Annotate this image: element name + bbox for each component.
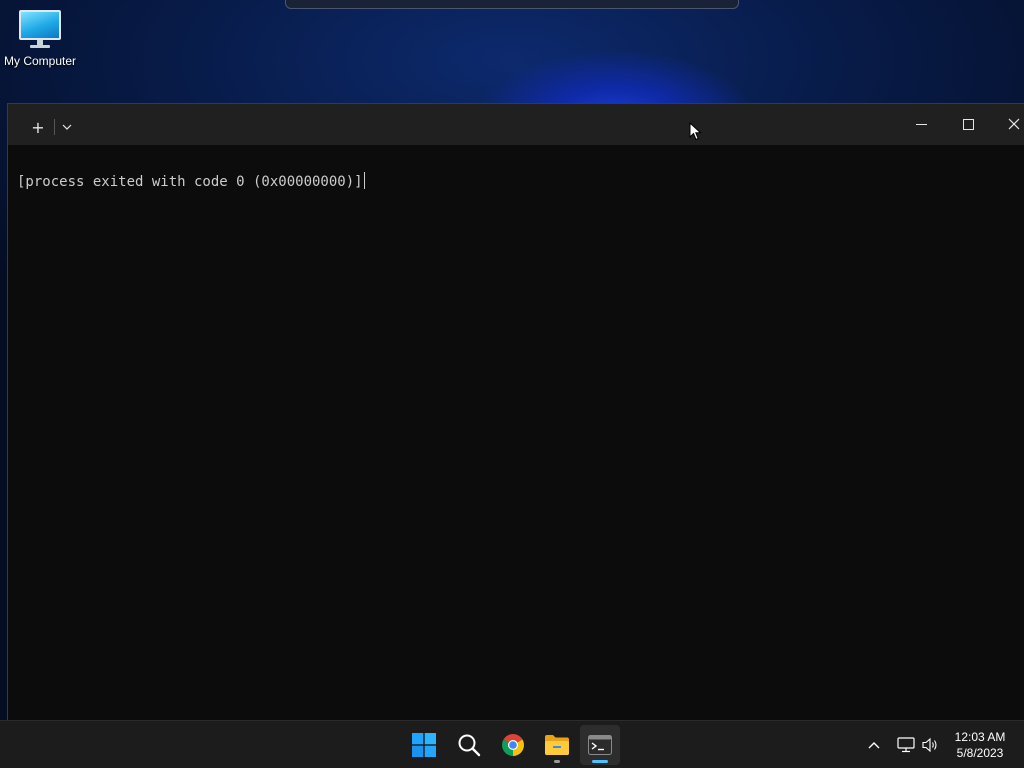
volume-button[interactable] [919, 737, 941, 753]
new-tab-button[interactable]: + [28, 112, 48, 142]
network-button[interactable] [893, 737, 919, 753]
windows-logo-icon [412, 733, 436, 757]
active-indicator [592, 760, 608, 763]
chevron-down-icon [62, 124, 72, 130]
file-explorer-button[interactable] [537, 725, 577, 765]
running-indicator [554, 760, 560, 763]
monitor-icon [19, 8, 61, 48]
desktop-icon-my-computer[interactable]: My Computer [0, 8, 80, 68]
clock[interactable]: 12:03 AM 5/8/2023 [944, 729, 1016, 761]
top-bar-remnant [285, 0, 739, 9]
terminal-icon [588, 735, 612, 755]
chevron-up-icon [868, 742, 880, 749]
text-caret [363, 172, 365, 189]
tab-separator [54, 119, 55, 135]
mouse-pointer-icon [689, 122, 702, 141]
clock-date: 5/8/2023 [956, 746, 1004, 760]
clock-time: 12:03 AM [954, 730, 1006, 744]
network-icon [897, 737, 915, 753]
title-bar[interactable]: + [8, 104, 1024, 145]
close-button[interactable] [991, 110, 1024, 138]
plus-icon: + [31, 117, 45, 137]
system-tray [862, 721, 941, 768]
show-hidden-icons-button[interactable] [862, 741, 886, 749]
chrome-button[interactable] [493, 725, 533, 765]
tab-dropdown-button[interactable] [58, 112, 76, 142]
terminal-output[interactable]: [process exited with code 0 (0x00000000)… [17, 172, 365, 190]
chrome-icon [502, 734, 524, 756]
folder-icon [545, 735, 569, 755]
maximize-icon [962, 118, 974, 130]
maximize-button[interactable] [945, 110, 991, 138]
output-line: [process exited with code 0 (0x00000000)… [17, 174, 363, 190]
search-icon [458, 734, 481, 757]
taskbar: 12:03 AM 5/8/2023 [0, 720, 1024, 768]
volume-icon [922, 737, 937, 753]
terminal-window[interactable]: + [process exited with code 0 (0x0000000… [7, 103, 1024, 720]
start-button[interactable] [404, 725, 444, 765]
minimize-icon [915, 123, 927, 125]
minimize-button[interactable] [898, 110, 944, 138]
desktop-icon-label: My Computer [3, 54, 77, 68]
terminal-button[interactable] [580, 725, 620, 765]
close-icon [1008, 118, 1020, 130]
search-button[interactable] [449, 725, 489, 765]
